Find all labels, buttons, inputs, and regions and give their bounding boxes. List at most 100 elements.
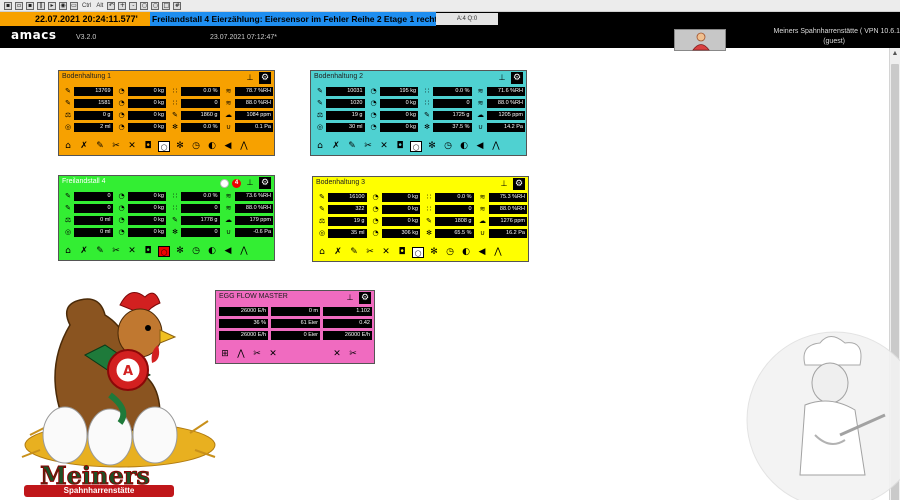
sound-icon[interactable]: ◀ (222, 246, 234, 257)
print-icon[interactable]: ▫ (15, 1, 23, 10)
ctrl-button[interactable]: Ctrl (81, 3, 92, 9)
hierarchy-icon[interactable]: ⊥ (244, 73, 256, 83)
gear-icon[interactable]: ⚙ (511, 72, 523, 84)
fan-icon[interactable]: ✻ (174, 141, 186, 152)
zoom-out-icon[interactable]: - (129, 1, 138, 10)
panel-bodenhaltung-3[interactable]: Bodenhaltung 3 ⊥ ⚙ ✎ 16100 ◔ 0 kg ∷ 0.0 % ≋… (312, 176, 529, 262)
climate-icon[interactable]: ✗ (330, 141, 342, 152)
value-box: 0 (181, 228, 220, 237)
sound-icon[interactable]: ◀ (476, 247, 488, 258)
light-icon[interactable]: ◐ (206, 141, 218, 152)
conveyor-icon[interactable]: ⊞ (219, 349, 231, 360)
camera-icon[interactable]: ◘ (142, 246, 154, 257)
hierarchy-icon[interactable]: ⊥ (344, 293, 356, 303)
silo-icon: ◔ (118, 204, 125, 212)
fan-icon[interactable]: ✻ (428, 247, 440, 258)
scroll-up-icon[interactable]: ▲ (891, 50, 899, 60)
value-box: 306 kg (381, 229, 420, 238)
tools-icon[interactable]: ✂ (110, 141, 122, 152)
zoom-icon[interactable]: ○ (140, 1, 149, 10)
panel-bodenhaltung-2[interactable]: Bodenhaltung 2 ⊥ ⚙ ✎ 10031 ◔ 195 kg ∷ 0.0 %… (310, 70, 527, 156)
pause-icon[interactable]: ‖ (37, 1, 45, 10)
save-icon[interactable]: ▪ (4, 1, 12, 10)
gear-icon[interactable]: ⚙ (359, 292, 371, 304)
service-icon[interactable]: ✕ (126, 141, 138, 152)
service-icon[interactable]: ✕ (267, 349, 279, 360)
tools-icon[interactable]: ✂ (362, 141, 374, 152)
wrench-icon[interactable]: ✕ (331, 349, 343, 360)
ventilation-icon: ✻ (172, 123, 178, 131)
panel-bodenhaltung-1[interactable]: Bodenhaltung 1 ⊥ ⚙ ✎ 13769 ◔ 0 kg ∷ 0.0 % ≋… (58, 70, 275, 156)
zoom-fit-icon[interactable]: ○ (151, 1, 160, 10)
chart-icon[interactable]: ⋀ (238, 246, 250, 257)
animal-count-icon: ✎ (65, 87, 71, 95)
zoom-in-icon[interactable]: + (118, 1, 127, 10)
feeding-icon[interactable]: ⌂ (314, 141, 326, 152)
service-icon[interactable]: ✕ (380, 247, 392, 258)
settings-tools-icon[interactable]: ✂ (347, 349, 359, 360)
alarm-badge[interactable]: 4 (232, 178, 241, 188)
climate-icon[interactable]: ✗ (332, 247, 344, 258)
sound-icon[interactable]: ◀ (222, 141, 234, 152)
water-function-icon[interactable]: ✎ (348, 247, 360, 258)
clock-icon[interactable]: ◷ (444, 247, 456, 258)
alarm-counter[interactable]: A:4 Q:0 (436, 13, 498, 25)
egg-counter-icon[interactable]: ◯ (410, 141, 422, 152)
light-icon[interactable]: ◐ (460, 247, 472, 258)
water-function-icon[interactable]: ✎ (346, 141, 358, 152)
tools-icon[interactable]: ✂ (251, 349, 263, 360)
service-icon[interactable]: ✕ (378, 141, 390, 152)
feeding-icon[interactable]: ⌂ (62, 141, 74, 152)
camera-icon[interactable]: ◘ (394, 141, 406, 152)
fan-icon[interactable]: ✻ (426, 141, 438, 152)
chart-icon[interactable]: ⋀ (235, 349, 247, 360)
value-box: 1725 g (433, 111, 472, 120)
service-icon[interactable]: ✕ (126, 246, 138, 257)
alarm-message[interactable]: Freilandstall 4 Eierzählung: Eiersensor … (150, 12, 436, 26)
chart-icon[interactable]: ⋀ (492, 247, 504, 258)
tools-icon[interactable]: ✂ (110, 246, 122, 257)
clock-icon[interactable]: ◷ (190, 141, 202, 152)
gear-icon[interactable]: ⚙ (259, 177, 271, 189)
undo-icon[interactable]: ↶ (107, 1, 116, 10)
step-icon[interactable]: ▸ (48, 1, 56, 10)
light-icon[interactable]: ◐ (206, 246, 218, 257)
water-function-icon[interactable]: ✎ (94, 246, 106, 257)
tools-icon[interactable]: ✂ (364, 247, 376, 258)
egg-counter-icon[interactable]: ◯ (158, 141, 170, 152)
grid-icon[interactable]: # (173, 1, 182, 10)
egg-counter-alarm-icon[interactable]: ◯ (158, 246, 170, 257)
value-box: 1276 ppm (488, 217, 527, 226)
water-function-icon[interactable]: ✎ (94, 141, 106, 152)
panel-egg-flow-master[interactable]: EGG FLOW MASTER ⊥ ⚙ 26000 E/h 0 m 1.102 … (215, 290, 375, 364)
clock-icon[interactable]: ◷ (190, 246, 202, 257)
feeding-icon[interactable]: ⌂ (62, 246, 74, 257)
copy-icon[interactable]: ▪ (26, 1, 34, 10)
panel-freilandstall-4[interactable]: Freilandstall 4 4 ⊥ ⚙ ✎ 0 ◔ 0 kg ∷ 0.0 % ≋ 7… (58, 175, 275, 261)
user-button[interactable] (674, 29, 726, 51)
hierarchy-icon[interactable]: ⊥ (244, 178, 256, 188)
keyboard-icon[interactable]: ▭ (70, 1, 78, 10)
alt-button[interactable]: Alt (95, 3, 104, 9)
fit-icon[interactable]: □ (162, 1, 171, 10)
hierarchy-icon[interactable]: ⊥ (496, 73, 508, 83)
sound-icon[interactable]: ◀ (474, 141, 486, 152)
gear-icon[interactable]: ⚙ (259, 72, 271, 84)
egg-counter-icon[interactable]: ◯ (412, 247, 424, 258)
view-icon[interactable]: ◉ (59, 1, 67, 10)
mortality-icon: ✎ (317, 99, 323, 107)
water-icon: ◎ (64, 228, 72, 236)
climate-icon[interactable]: ✗ (78, 141, 90, 152)
gear-icon[interactable]: ⚙ (513, 178, 525, 190)
camera-icon[interactable]: ◘ (142, 141, 154, 152)
camera-icon[interactable]: ◘ (396, 247, 408, 258)
clock-icon[interactable]: ◷ (442, 141, 454, 152)
chart-icon[interactable]: ⋀ (238, 141, 250, 152)
fan-icon[interactable]: ✻ (174, 246, 186, 257)
light-icon[interactable]: ◐ (458, 141, 470, 152)
hierarchy-icon[interactable]: ⊥ (498, 179, 510, 189)
chart-icon[interactable]: ⋀ (490, 141, 502, 152)
climate-icon[interactable]: ✗ (78, 246, 90, 257)
alarm-bar: 22.07.2021 20:24:11.577' Freilandstall 4… (0, 12, 900, 26)
feeding-icon[interactable]: ⌂ (316, 247, 328, 258)
